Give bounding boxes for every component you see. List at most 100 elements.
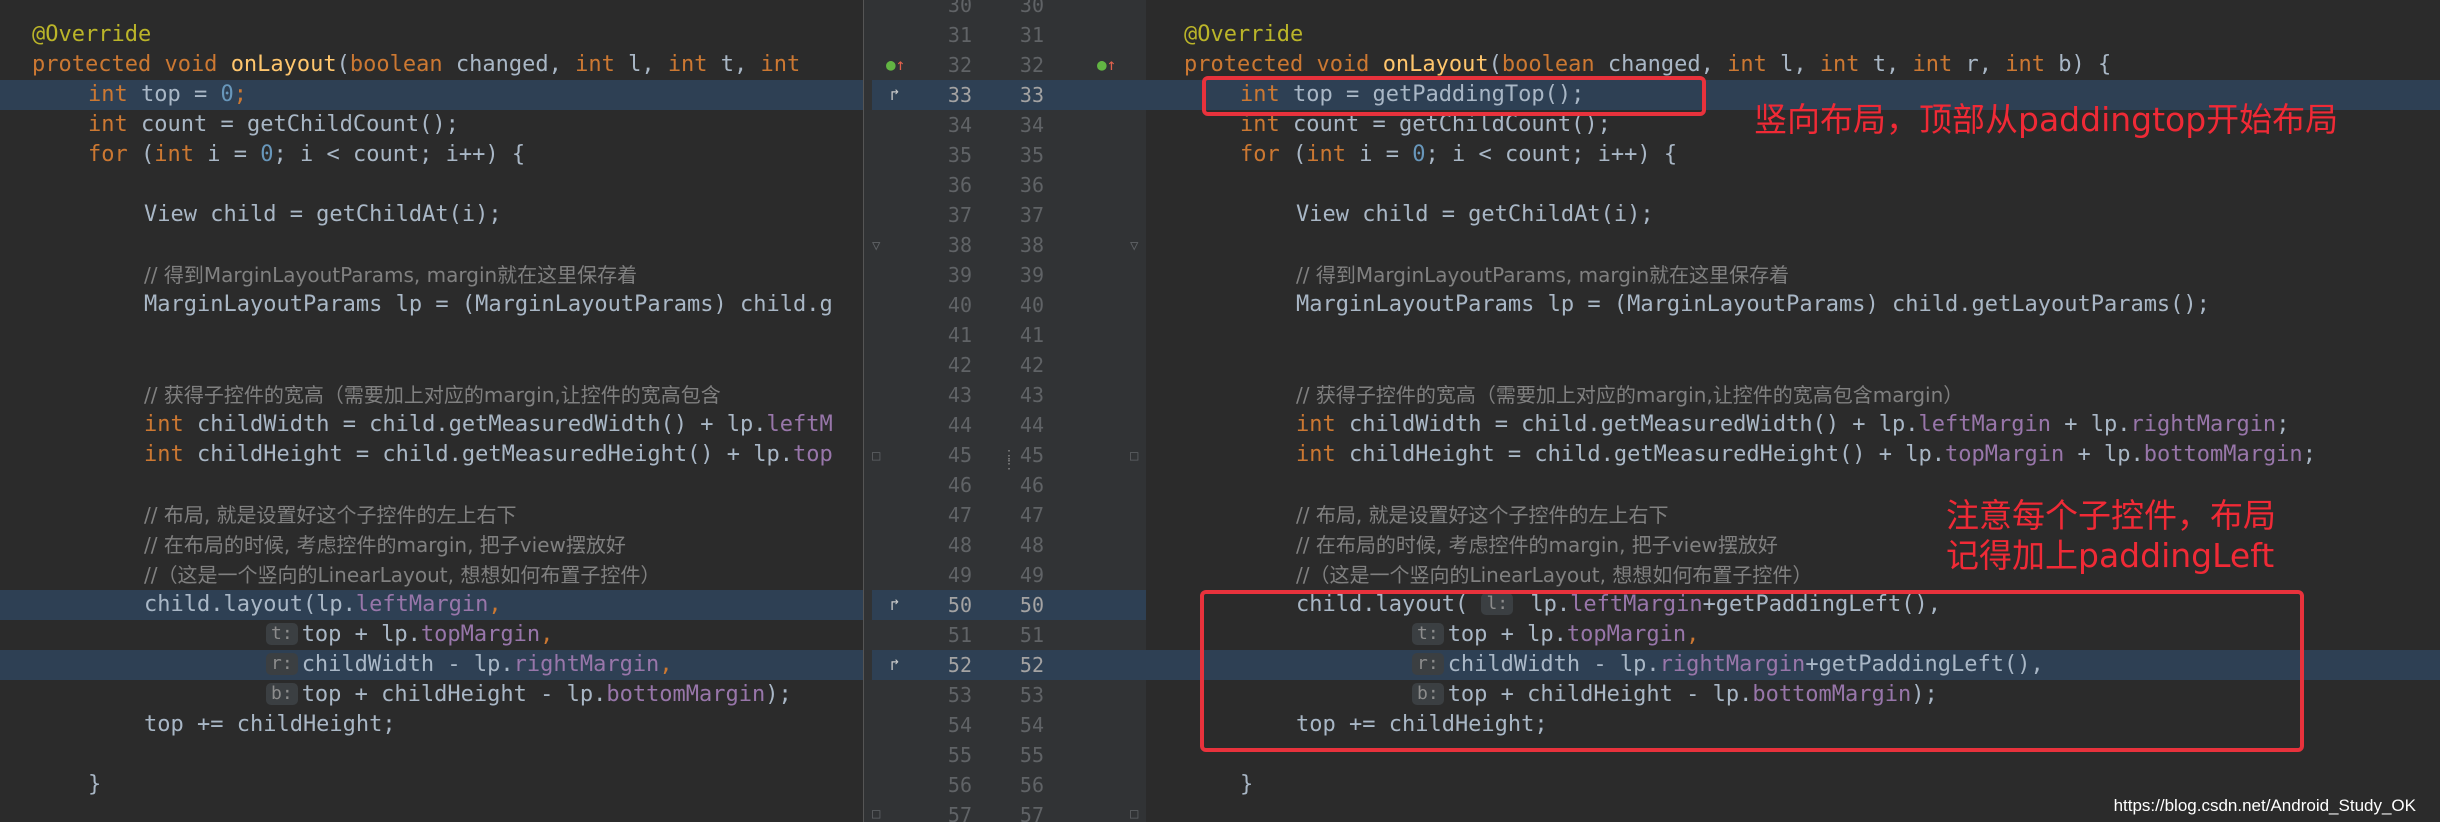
code-line-39: // 得到MarginLayoutParams, margin就在这里保存着 <box>1146 260 2440 290</box>
text: child.layout(lp. <box>144 592 356 617</box>
line-number: 37 <box>1019 203 1044 227</box>
number: 0 <box>1412 142 1426 167</box>
line-number: 55 <box>947 743 972 767</box>
text: top + childHeight - lp. <box>301 682 607 707</box>
line-number: 30 <box>947 0 972 17</box>
text: ; <box>2276 412 2290 437</box>
text: } <box>88 772 102 797</box>
text: ; <box>233 82 247 107</box>
text: childHeight = child.getMeasuredHeight() … <box>1335 442 1946 467</box>
text: + lp. <box>2064 442 2144 467</box>
line-number: 40 <box>1019 293 1044 317</box>
comment: //（这是一个竖向的LinearLayout, 想想如何布置子控件） <box>1296 563 1813 587</box>
text <box>800 52 813 77</box>
kw: int <box>88 112 128 137</box>
method-name: onLayout <box>1382 52 1489 77</box>
line-number: 32 <box>1019 53 1044 77</box>
annotation-note-top: 竖向布局，顶部从paddingtop开始布局 <box>1754 100 2339 139</box>
fold-icon[interactable]: ▽ <box>1130 238 1138 254</box>
param-hint: b: <box>266 683 298 705</box>
field: bottomMargin <box>606 682 766 707</box>
comment: //（这是一个竖向的LinearLayout, 想想如何布置子控件） <box>144 563 661 587</box>
line-number: 47 <box>947 503 972 527</box>
line-number: 49 <box>947 563 972 587</box>
code-line-31: @Override <box>0 20 872 50</box>
diff-change-icon[interactable]: ↱ <box>890 650 900 680</box>
field: bottomMargin <box>2143 442 2303 467</box>
annotation-note-left-2: 记得加上paddingLeft <box>1946 536 2275 575</box>
code-line-43: // 获得子控件的宽高（需要加上对应的margin,让控件的宽高包含 <box>0 380 872 410</box>
code-line-32: protected void onLayout(boolean changed,… <box>0 50 872 80</box>
line-number: 33 <box>947 83 972 107</box>
diff-change-icon[interactable]: ↱ <box>890 590 900 620</box>
kw: int <box>667 52 708 77</box>
code-line-53: b: top + childHeight - lp.bottomMargin); <box>0 680 872 710</box>
code-line-48: // 在布局的时候, 考虑控件的margin, 把子view摆放好 <box>0 530 872 560</box>
line-number: 52 <box>947 653 972 677</box>
comment: // 获得子控件的宽高（需要加上对应的margin,让控件的宽高包含 <box>144 383 721 407</box>
line-number: 31 <box>947 23 972 47</box>
text: t, <box>1859 52 1913 77</box>
text: count = getChildCount(); <box>127 112 459 137</box>
code-line-51: t: top + lp.topMargin, <box>0 620 872 650</box>
text: ( <box>336 52 350 77</box>
right-editor-pane[interactable]: @Override protected void onLayout(boolea… <box>1146 0 2440 822</box>
line-number: 42 <box>947 353 972 377</box>
splitter-handle[interactable]: ⋮ ⋮ <box>1002 449 1016 471</box>
line-number: 34 <box>1019 113 1044 137</box>
line-number: 33 <box>1019 83 1044 107</box>
override-arrow-icon[interactable]: ●↑ <box>886 50 905 80</box>
line-number: 43 <box>1019 383 1044 407</box>
kw: int <box>88 82 128 107</box>
param-hint: r: <box>266 653 298 675</box>
watermark: https://blog.csdn.net/Android_Study_OK <box>2113 796 2416 815</box>
method-name: onLayout <box>230 52 337 77</box>
text: + lp. <box>2051 412 2131 437</box>
number: 0 <box>260 142 274 167</box>
line-number: 54 <box>947 713 972 737</box>
annotation-box-padding-top <box>1202 76 1706 116</box>
fold-icon[interactable]: □ <box>872 806 880 822</box>
line-number: 50 <box>947 593 972 617</box>
code-line-52: r: childWidth - lp.rightMargin, <box>0 650 872 680</box>
line-number: 53 <box>1019 683 1044 707</box>
line-number: 46 <box>1019 473 1044 497</box>
text: ; <box>2302 442 2316 467</box>
field: leftM <box>766 412 833 437</box>
kw: boolean <box>349 52 443 77</box>
comment: // 布局, 就是设置好这个子控件的左上右下 <box>144 503 517 527</box>
fold-icon[interactable]: ▽ <box>872 238 880 254</box>
text: t, <box>707 52 761 77</box>
kw: boolean <box>1501 52 1595 77</box>
line-number: 31 <box>1019 23 1044 47</box>
text: l, <box>614 52 668 77</box>
line-number: 35 <box>947 143 972 167</box>
field: top <box>793 442 833 467</box>
kw: for <box>1240 142 1280 167</box>
override-arrow-icon[interactable]: ●↑ <box>1097 50 1116 80</box>
text: , <box>488 592 502 617</box>
line-number: 54 <box>1019 713 1044 737</box>
diff-gutter[interactable]: 30 31 32 33 34 35 36 37 38 39 40 41 42 43 44 45 46 47 48 49… <box>872 0 1146 822</box>
diff-change-icon[interactable]: ↱ <box>890 80 900 110</box>
kw: protected void <box>1184 52 1383 77</box>
fold-icon[interactable]: □ <box>872 448 880 464</box>
text: , <box>659 652 673 677</box>
text: ( <box>1279 142 1307 167</box>
text: top + lp. <box>301 622 421 647</box>
kw: int <box>1727 52 1767 77</box>
text: i = <box>194 142 261 167</box>
code-line-37: View child = getChildAt(i); <box>1146 200 2440 230</box>
left-editor-pane[interactable]: @Override protected void onLayout(boolea… <box>0 0 872 822</box>
fold-icon[interactable]: □ <box>1130 448 1138 464</box>
fold-icon[interactable]: □ <box>1130 806 1138 822</box>
kw: protected void <box>32 52 231 77</box>
field: rightMargin <box>2130 412 2277 437</box>
annotation-box-layout <box>1200 590 2304 752</box>
kw: int <box>1306 142 1346 167</box>
code-line-50: child.layout(lp.leftMargin, <box>0 590 872 620</box>
code-line-49: //（这是一个竖向的LinearLayout, 想想如何布置子控件） <box>0 560 872 590</box>
text: top += childHeight; <box>144 712 396 737</box>
line-number: 49 <box>1019 563 1044 587</box>
comment: // 在布局的时候, 考虑控件的margin, 把子view摆放好 <box>1296 533 1778 557</box>
